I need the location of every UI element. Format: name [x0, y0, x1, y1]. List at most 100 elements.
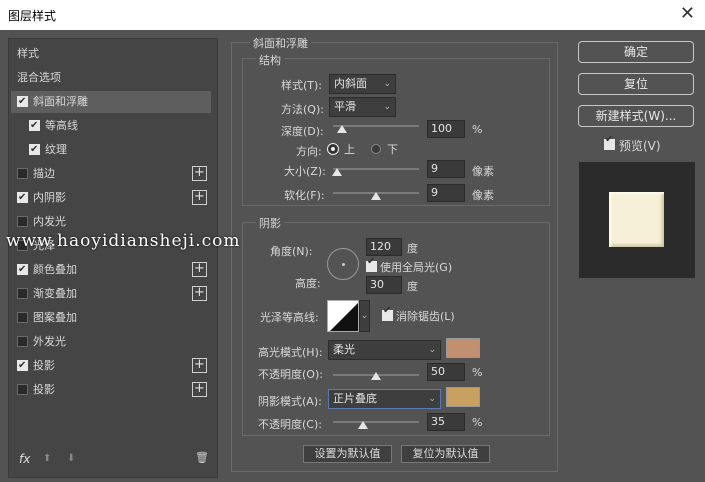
style-list-panel: 样式混合选项斜面和浮雕等高线纹理描边+内阴影+内发光光泽颜色叠加+渐变叠加+图案…: [8, 38, 218, 478]
sidebar-item-checkbox[interactable]: [17, 355, 28, 377]
chevron-down-icon: ⌄: [383, 102, 391, 112]
direction-label: 方向:: [296, 145, 322, 158]
highlight-mode-label: 高光模式(H):: [258, 346, 323, 359]
move-up-icon[interactable]: ⬆: [43, 453, 51, 464]
sidebar-item-checkbox[interactable]: [17, 259, 28, 281]
sidebar-item[interactable]: 外发光: [11, 331, 211, 353]
sidebar-item-checkbox[interactable]: [17, 312, 28, 323]
altitude-label: 高度:: [295, 277, 321, 290]
depth-input[interactable]: 100: [427, 120, 465, 138]
add-icon[interactable]: +: [192, 358, 207, 373]
preview-area: [579, 162, 695, 278]
sidebar-item-label: 投影: [33, 359, 55, 372]
ok-button[interactable]: 确定: [578, 41, 694, 63]
depth-slider-knob[interactable]: [336, 125, 347, 133]
shadow-mode-select[interactable]: 正片叠底 ⌄: [328, 389, 441, 409]
highlight-color-swatch[interactable]: [446, 338, 480, 358]
preview-label: 预览(V): [619, 139, 661, 153]
shadow-color-swatch[interactable]: [446, 387, 480, 407]
contour-curve-icon: [330, 303, 358, 331]
antialias-label: 消除锯齿(L): [396, 310, 455, 323]
shadow-opacity-unit: %: [472, 416, 483, 429]
soften-unit: 像素: [472, 189, 494, 202]
add-icon[interactable]: +: [192, 382, 207, 397]
sidebar-item-label: 等高线: [45, 119, 78, 132]
chevron-down-icon: ⌄: [383, 79, 391, 89]
add-icon[interactable]: +: [192, 190, 207, 205]
sidebar-item[interactable]: 样式: [11, 43, 211, 65]
antialias-checkbox[interactable]: [382, 305, 393, 321]
add-icon[interactable]: +: [192, 262, 207, 277]
move-down-icon[interactable]: ⬇: [67, 453, 75, 464]
sidebar-item[interactable]: 投影 +: [11, 379, 211, 401]
sidebar-item[interactable]: 纹理: [11, 139, 211, 161]
sidebar-item-checkbox[interactable]: [17, 216, 28, 227]
soften-slider-knob[interactable]: [371, 192, 381, 200]
size-input[interactable]: 9: [427, 160, 465, 178]
depth-unit: %: [472, 123, 483, 136]
make-default-button[interactable]: 设置为默认值: [303, 445, 392, 463]
direction-down-radio[interactable]: [371, 144, 381, 154]
highlight-mode-select[interactable]: 柔光 ⌄: [328, 340, 441, 360]
shadow-mode-label: 阴影模式(A):: [258, 395, 322, 408]
direction-up-radio[interactable]: [328, 144, 338, 154]
highlight-opacity-label: 不透明度(O):: [258, 368, 323, 381]
direction-up-label: 上: [344, 143, 355, 156]
bevel-section-title: 斜面和浮雕: [250, 35, 311, 51]
sidebar-item-checkbox[interactable]: [17, 187, 28, 209]
gloss-contour-preview[interactable]: [327, 300, 359, 332]
trash-icon[interactable]: 🗑: [195, 451, 209, 464]
altitude-unit: 度: [407, 280, 418, 293]
highlight-opacity-unit: %: [472, 366, 483, 379]
style-select[interactable]: 内斜面 ⌄: [329, 74, 396, 94]
sidebar-item[interactable]: 内阴影 +: [11, 187, 211, 209]
sidebar-item-checkbox[interactable]: [17, 336, 28, 347]
close-icon[interactable]: ✕: [680, 3, 695, 24]
sidebar-item[interactable]: 斜面和浮雕: [11, 91, 211, 113]
size-slider-knob[interactable]: [332, 168, 343, 176]
size-slider[interactable]: [333, 168, 419, 170]
sidebar-item-checkbox[interactable]: [17, 288, 28, 299]
size-unit: 像素: [472, 165, 494, 178]
sidebar-item-label: 样式: [17, 47, 39, 60]
preview-checkbox[interactable]: [604, 134, 615, 150]
sidebar-item-checkbox[interactable]: [29, 115, 40, 137]
sidebar-item-label: 纹理: [45, 143, 67, 156]
highlight-opacity-input[interactable]: 50: [427, 363, 465, 381]
sidebar-item-checkbox[interactable]: [17, 168, 28, 179]
highlight-opacity-knob[interactable]: [371, 372, 381, 380]
sidebar-item[interactable]: 等高线: [11, 115, 211, 137]
global-light-checkbox[interactable]: [366, 256, 377, 272]
style-label: 样式(T):: [281, 79, 323, 92]
sidebar-item[interactable]: 颜色叠加 +: [11, 259, 211, 281]
add-icon[interactable]: +: [192, 166, 207, 181]
sidebar-item-checkbox[interactable]: [17, 384, 28, 395]
method-label: 方法(Q):: [281, 103, 324, 116]
sidebar-item[interactable]: 渐变叠加 +: [11, 283, 211, 305]
sidebar-item-label: 投影: [33, 383, 55, 396]
gloss-contour-label: 光泽等高线:: [260, 311, 319, 324]
sidebar-item[interactable]: 混合选项: [11, 67, 211, 89]
add-icon[interactable]: +: [192, 286, 207, 301]
shadow-opacity-input[interactable]: 35: [427, 413, 465, 431]
fx-icon[interactable]: fx: [19, 452, 30, 466]
reset-button[interactable]: 复位: [578, 73, 694, 95]
chevron-down-icon: ⌄: [428, 345, 436, 355]
depth-label: 深度(D):: [281, 125, 324, 138]
shadow-opacity-knob[interactable]: [358, 421, 369, 429]
sidebar-item[interactable]: 图案叠加: [11, 307, 211, 329]
contour-dropdown-chevron-icon[interactable]: ⌄: [359, 300, 370, 332]
sidebar-item[interactable]: 投影 +: [11, 355, 211, 377]
soften-input[interactable]: 9: [427, 184, 465, 202]
sidebar-item-label: 外发光: [33, 335, 66, 348]
shadow-opacity-slider[interactable]: [333, 421, 419, 423]
sidebar-item-label: 颜色叠加: [33, 263, 77, 276]
reset-default-button[interactable]: 复位为默认值: [401, 445, 490, 463]
sidebar-item-checkbox[interactable]: [17, 91, 28, 113]
altitude-input[interactable]: 30: [366, 276, 402, 294]
direction-down-label: 下: [387, 143, 398, 156]
sidebar-item[interactable]: 描边 +: [11, 163, 211, 185]
new-style-button[interactable]: 新建样式(W)...: [578, 105, 694, 127]
sidebar-item-checkbox[interactable]: [29, 139, 40, 161]
method-select[interactable]: 平滑 ⌄: [329, 97, 396, 117]
